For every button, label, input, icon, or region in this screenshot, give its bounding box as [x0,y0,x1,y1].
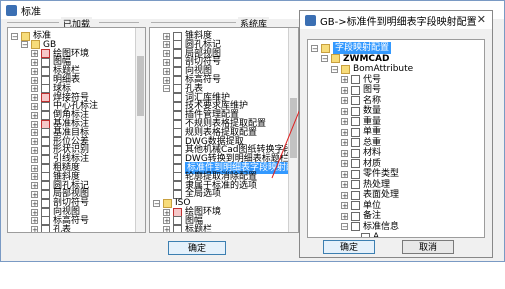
expand-icon[interactable]: + [341,118,348,126]
document-icon [351,159,360,168]
dialog-ok-button[interactable]: 确定 [323,240,375,254]
folder-icon [331,54,340,63]
expand-icon[interactable]: + [341,128,348,136]
dialog-title-bar: GB->标准件到明细表字段映射配置 ✕ [300,11,492,29]
document-icon [351,75,360,84]
folder-icon [321,43,330,53]
expand-icon[interactable]: + [341,202,348,210]
document-icon [351,169,360,179]
collapse-icon[interactable]: − [321,55,328,63]
expand-icon[interactable]: + [341,149,348,157]
expand-icon[interactable]: + [341,97,348,105]
document-icon [351,117,360,126]
dialog-app-icon [305,14,316,26]
expand-icon[interactable]: + [341,76,348,84]
collapse-icon[interactable]: − [331,65,338,73]
expand-icon[interactable]: + [341,107,348,115]
expand-icon[interactable]: + [341,170,348,178]
expand-icon[interactable]: + [341,139,348,147]
document-icon [351,211,360,221]
dialog-title: GB->标准件到明细表字段映射配置 [320,16,477,28]
expand-icon[interactable]: + [341,191,348,199]
document-icon [351,190,360,200]
expand-icon[interactable]: + [341,160,348,168]
expand-icon[interactable]: + [341,86,348,94]
collapse-icon[interactable]: − [311,44,318,52]
expand-icon[interactable]: + [341,181,348,189]
collapse-icon[interactable]: − [341,223,348,231]
document-icon [351,138,360,147]
tree-row[interactable]: A [351,231,380,238]
mapping-dialog: GB->标准件到明细表字段映射配置 ✕ − 字段映射配置 − ZWMCAD − BomAt… [299,10,493,258]
document-icon [351,85,360,95]
document-icon [351,127,360,137]
document-icon [351,222,360,231]
document-icon [351,148,360,158]
tree-item-label: A [373,232,380,238]
expand-icon[interactable]: + [341,212,348,220]
document-icon [351,96,360,105]
document-icon [351,106,360,116]
folder-icon [341,64,350,74]
document-icon [351,180,360,189]
mapping-tree[interactable]: − 字段映射配置 − ZWMCAD − BomAttribute + 代号 + 图号 + 名称 + 数量 +… [307,39,485,238]
document-icon [361,232,370,237]
dialog-cancel-button[interactable]: 取消 [402,240,454,254]
close-icon[interactable]: ✕ [477,13,486,26]
document-icon [351,201,360,210]
